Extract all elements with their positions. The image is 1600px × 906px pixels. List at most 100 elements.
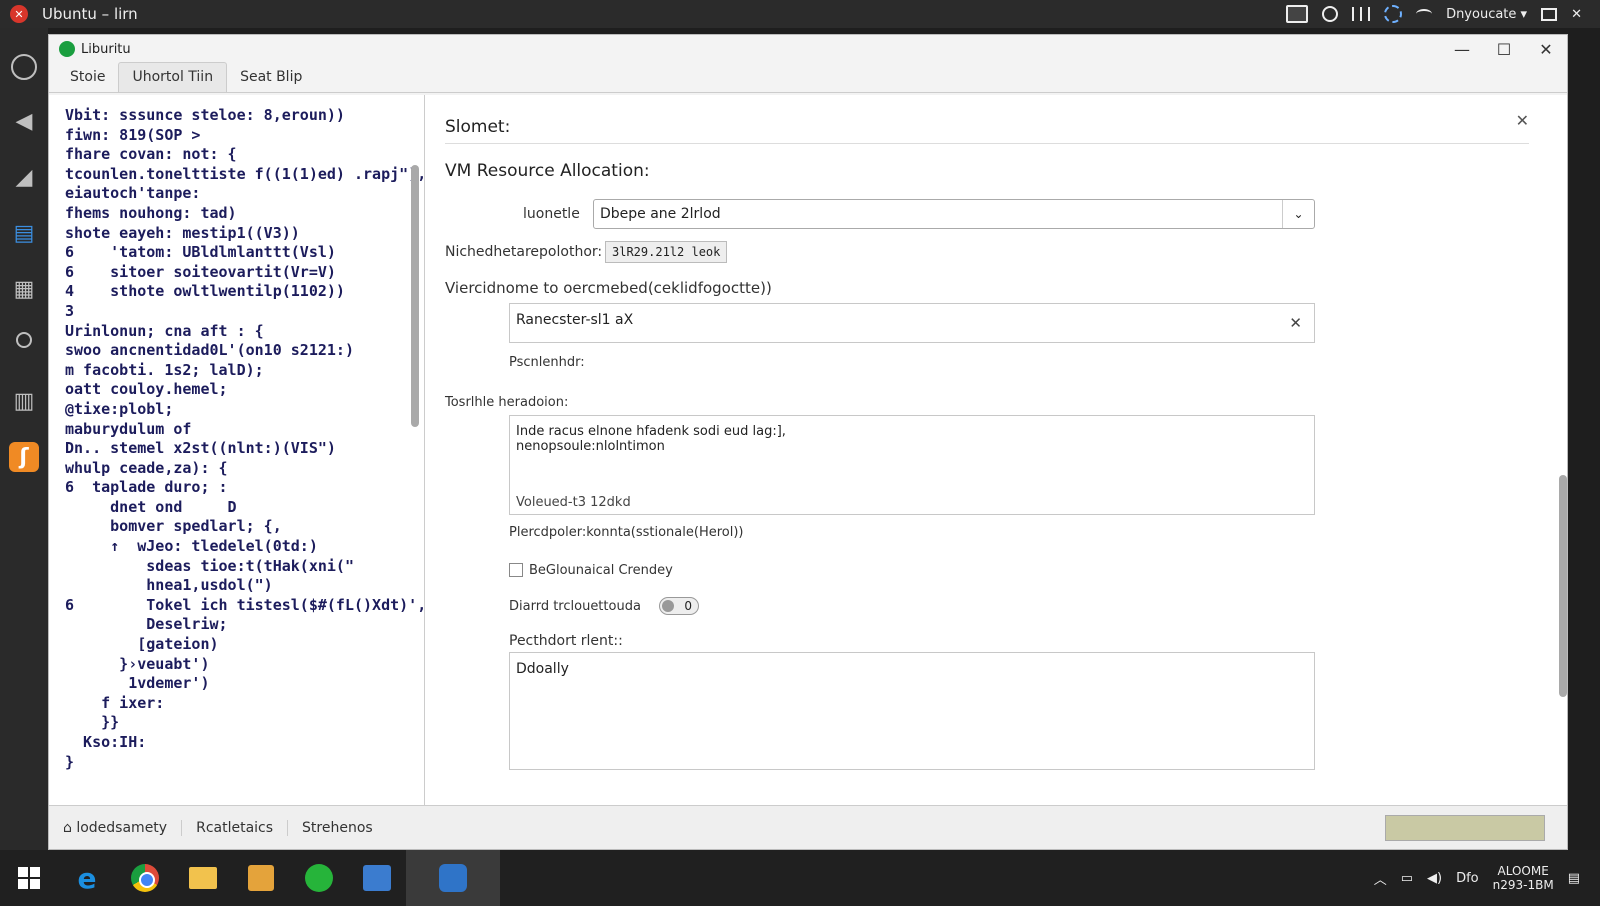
orange-app-icon[interactable]: ʃ [9, 442, 39, 472]
code-line: }›veuabt') [65, 654, 210, 673]
code-line: } [65, 752, 75, 771]
code-line: [gateion) [65, 635, 219, 654]
active-app-icon[interactable] [406, 850, 500, 906]
system-title: Ubuntu – lirn [42, 5, 138, 23]
panel-scrollbar[interactable] [1559, 475, 1567, 697]
app-launcher: ◀ ◢ ▤ ▦ ▥ ʃ [0, 28, 48, 850]
edge-icon[interactable]: e [58, 850, 116, 906]
settings-icon[interactable] [1384, 5, 1403, 23]
code-line: swoo ancnentidad0L'(on10 s2121:) [65, 341, 354, 360]
clock[interactable]: ALOOME n293-1BM [1493, 864, 1554, 892]
chip-label: Nichedhetarepolothor: [445, 244, 603, 260]
description-textarea[interactable]: Inde racus elnone hfadenk sodi eud lag:]… [509, 415, 1315, 515]
start-button[interactable] [0, 850, 58, 906]
status-item-safety[interactable]: ⌂ lodedsamety [49, 819, 183, 836]
code-line: f ixer: [65, 693, 165, 712]
close-all-icon[interactable]: ✕ [1571, 7, 1582, 22]
window-icon[interactable] [1541, 7, 1558, 21]
dashboard-icon[interactable] [11, 54, 37, 80]
code-line: Vbit: sssunce steloe: 8,eroun)) [65, 106, 345, 124]
textarea-footer: Voleued-t3 12dkd [516, 495, 631, 510]
panel-header: Slomet: [445, 117, 511, 137]
close-window-icon[interactable]: ✕ [1525, 40, 1567, 59]
keyboard-icon[interactable]: ▭ [1401, 871, 1413, 886]
toggle-value: 0 [684, 599, 692, 613]
code-line: 4 sthote owltlwentilp(1102)) [65, 282, 345, 301]
green-app-icon[interactable] [290, 850, 348, 906]
clear-input-icon[interactable]: ✕ [1289, 314, 1302, 332]
status-action-button[interactable] [1385, 815, 1545, 841]
panel-close-icon[interactable]: ✕ [1516, 111, 1529, 130]
calculator-icon[interactable] [348, 850, 406, 906]
value-chip[interactable]: 3lR29.21l2 leok [605, 241, 728, 263]
code-editor[interactable]: Vbit: sssunce steloe: 8,eroun)) fiwn: 819… [49, 95, 425, 805]
app-window: Liburitu — ☐ ✕ Stoie Uhortol Tiin Seat B… [48, 34, 1568, 850]
code-lines: Vbit: sssunce steloe: 8,eroun)) fiwn: 819… [49, 95, 424, 772]
folder-icon[interactable] [174, 850, 232, 906]
archive-icon[interactable]: ▦ [9, 274, 39, 304]
maximize-icon[interactable]: ☐ [1483, 40, 1525, 59]
textarea-line-2: nenopsoule:nlolntimon [516, 439, 665, 454]
section-title: VM Resource Allocation: [445, 161, 650, 181]
minimize-icon[interactable]: — [1441, 40, 1483, 59]
status-item-schemes[interactable]: Strehenos [288, 820, 387, 836]
notes-textarea[interactable]: Ddoally [509, 652, 1315, 770]
textarea-label: Tosrlhle heradoion: [445, 395, 569, 410]
columns-icon[interactable] [1352, 7, 1371, 21]
option-toggle[interactable]: 0 [659, 597, 699, 615]
windows-logo-icon [18, 867, 40, 889]
code-line: tcounlen.tonelttiste f((1(1)ed) .rapj"), [65, 164, 424, 183]
notifications-icon[interactable]: ▤ [1568, 871, 1580, 886]
allocation-select[interactable]: Dbepe ane 2lrlod ⌄ [593, 199, 1315, 229]
checkbox-label: BeGlounaical Crendey [529, 563, 673, 578]
select-value: Dbepe ane 2lrlod [600, 206, 721, 222]
helper-text: Plercdpoler:konnta(sstionale(Herol)) [509, 525, 744, 540]
window-logo-icon [59, 41, 75, 57]
code-line: maburydulum of [65, 419, 192, 438]
code-line: 3 [65, 301, 75, 320]
back-icon[interactable]: ◀ [9, 106, 39, 136]
status-item-safety-label: lodedsamety [76, 819, 168, 836]
photos-icon[interactable] [232, 850, 290, 906]
tab-seat-blip[interactable]: Seat Blip [227, 63, 315, 92]
code-line: 6 sitoer soiteovartit(Vr=V) [65, 262, 336, 281]
window-title: Liburitu [81, 41, 131, 57]
volume-icon[interactable]: ◀) [1427, 871, 1442, 886]
code-line: }} [65, 713, 120, 732]
tray-text[interactable]: Dfo [1456, 871, 1479, 886]
system-tray: Dnyoucate ▾ ✕ [1286, 5, 1600, 23]
system-top-bar: ✕ Ubuntu – lirn Dnyoucate ▾ ✕ [0, 0, 1600, 28]
notes-label: Pecthdort rlent:: [509, 633, 623, 649]
name-input[interactable]: Ranecster-sl1 aX ✕ [509, 303, 1315, 343]
wifi-icon[interactable] [1416, 9, 1433, 19]
code-line: 6 taplade duro; : [65, 478, 228, 497]
tab-uhortol-tiin[interactable]: Uhortol Tiin [118, 62, 228, 92]
option-checkbox[interactable] [509, 563, 523, 577]
code-line: hnea1,usdol(") [65, 576, 273, 595]
settings-panel: Slomet: ✕ VM Resource Allocation: luonet… [425, 95, 1567, 805]
user-icon[interactable] [9, 330, 39, 360]
book-icon[interactable]: ▥ [9, 386, 39, 416]
textarea-line-1: Inde racus elnone hfadenk sodi eud lag:]… [516, 424, 786, 439]
code-line: Urinlonun; cna aft : { [65, 321, 264, 340]
megaphone-icon[interactable]: ◢ [9, 162, 39, 192]
code-line: Deselriw; [65, 615, 228, 634]
code-line: eiautoch'tanpe: [65, 184, 201, 203]
window-titlebar: Liburitu — ☐ ✕ [49, 35, 1567, 63]
user-menu[interactable]: Dnyoucate ▾ [1446, 7, 1527, 22]
placeholder-note: Pscnlenhdr: [509, 355, 585, 370]
app-logo-icon: ✕ [10, 5, 28, 23]
sync-icon[interactable] [1322, 6, 1339, 22]
clock-line-1: ALOOME [1497, 864, 1549, 878]
chevron-down-icon[interactable]: ⌄ [1282, 200, 1314, 228]
select-label: luonetle [523, 206, 580, 222]
files-icon[interactable]: ▤ [9, 218, 39, 248]
code-line: fhare covan: not: { [65, 145, 237, 164]
screen-record-icon[interactable] [1286, 5, 1309, 23]
tab-stoie[interactable]: Stoie [57, 63, 118, 92]
code-line: whulp ceade,za): { [65, 458, 228, 477]
status-item-stats[interactable]: Rcatletaics [182, 819, 289, 836]
code-scrollbar[interactable] [411, 165, 419, 427]
chrome-icon[interactable] [116, 850, 174, 906]
chevron-up-icon[interactable]: ︿ [1374, 869, 1387, 888]
